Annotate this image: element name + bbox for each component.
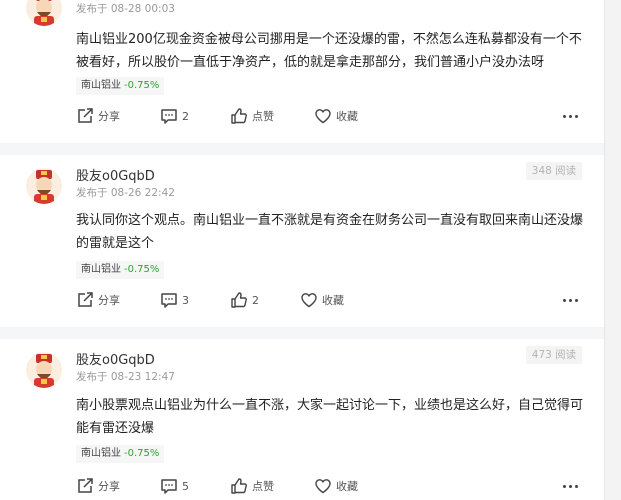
share-button[interactable]: 分享 xyxy=(76,290,120,310)
post-meta: 发布于 08-28 00:03 xyxy=(76,3,175,15)
like-button[interactable]: 点赞 xyxy=(230,106,274,126)
post-separator xyxy=(0,327,604,339)
like-button[interactable]: 点赞 xyxy=(230,476,274,496)
more-dots-icon xyxy=(563,298,566,302)
avatar[interactable] xyxy=(26,0,62,26)
post-meta: 发布于 08-26 22:42 xyxy=(76,187,175,199)
like-label: 点赞 xyxy=(252,110,274,123)
comment-icon xyxy=(161,479,177,494)
post-card: 发布于 08-28 00:03 南山铝业200亿现金资金被母公司挪用是一个还没爆… xyxy=(0,0,604,143)
share-button[interactable]: 分享 xyxy=(76,476,120,496)
favorite-label: 收藏 xyxy=(336,480,358,493)
comment-button[interactable]: 3 xyxy=(160,290,189,310)
share-label: 分享 xyxy=(98,294,120,307)
read-count: 473 阅读 xyxy=(526,346,582,364)
share-icon xyxy=(78,108,93,123)
more-dots-icon xyxy=(563,484,566,488)
favorite-button[interactable]: 收藏 xyxy=(314,476,358,496)
post-actions: 分享 3 2 收藏 xyxy=(76,290,588,310)
stock-change: -0.75% xyxy=(124,264,160,275)
favorite-button[interactable]: 收藏 xyxy=(314,106,358,126)
comment-feed: 发布于 08-28 00:03 南山铝业200亿现金资金被母公司挪用是一个还没爆… xyxy=(0,0,604,500)
thumbs-up-icon xyxy=(231,478,247,494)
like-count: 2 xyxy=(252,293,259,307)
post-card: 股友o0GqbD 发布于 08-23 12:47 473 阅读 南小股票观点山铝… xyxy=(0,339,604,500)
thumbs-up-icon xyxy=(231,108,247,124)
username[interactable]: 股友o0GqbD xyxy=(76,165,155,184)
favorite-label: 收藏 xyxy=(322,294,344,307)
stock-name: 南山铝业 xyxy=(81,264,121,275)
avatar[interactable] xyxy=(26,352,62,388)
comment-icon xyxy=(161,293,177,308)
heart-icon xyxy=(315,479,331,494)
comment-count: 2 xyxy=(182,109,189,123)
comment-icon xyxy=(161,109,177,124)
post-content[interactable]: 我认同你这个观点。南山铝业一直不涨就是有资金在财务公司一直没有取回来南山还没爆的… xyxy=(76,209,588,255)
read-count: 348 阅读 xyxy=(526,162,582,180)
stock-name: 南山铝业 xyxy=(81,448,121,459)
post-content[interactable]: 南小股票观点山铝业为什么一直不涨，大家一起讨论一下，业绩也是这么好，自己觉得可能… xyxy=(76,394,588,440)
stock-change: -0.75% xyxy=(124,448,160,459)
share-button[interactable]: 分享 xyxy=(76,106,120,126)
like-label: 点赞 xyxy=(252,480,274,493)
avatar[interactable] xyxy=(26,168,62,204)
post-actions: 分享 5 点赞 收藏 xyxy=(76,476,588,496)
more-button[interactable] xyxy=(563,476,578,496)
comment-button[interactable]: 5 xyxy=(160,476,189,496)
more-button[interactable] xyxy=(563,290,578,310)
share-label: 分享 xyxy=(98,480,120,493)
favorite-label: 收藏 xyxy=(336,110,358,123)
heart-icon xyxy=(315,109,331,124)
post-card: 股友o0GqbD 发布于 08-26 22:42 348 阅读 我认同你这个观点… xyxy=(0,155,604,327)
stock-tag[interactable]: 南山铝业 -0.75% xyxy=(76,445,165,463)
stock-tag[interactable]: 南山铝业 -0.75% xyxy=(76,77,165,95)
stock-tag[interactable]: 南山铝业 -0.75% xyxy=(76,261,165,279)
post-separator xyxy=(0,143,604,155)
share-icon xyxy=(78,478,93,493)
comment-count: 5 xyxy=(182,479,189,493)
favorite-button[interactable]: 收藏 xyxy=(300,290,344,310)
share-label: 分享 xyxy=(98,110,120,123)
username[interactable]: 股友o0GqbD xyxy=(76,349,155,368)
thumbs-up-icon xyxy=(231,292,247,308)
stock-change: -0.75% xyxy=(124,80,160,91)
post-actions: 分享 2 点赞 收藏 xyxy=(76,106,588,126)
like-button[interactable]: 2 xyxy=(230,290,259,310)
post-content[interactable]: 南山铝业200亿现金资金被母公司挪用是一个还没爆的雷，不然怎么连私募都没有一个不… xyxy=(76,28,588,74)
post-meta: 发布于 08-23 12:47 xyxy=(76,371,175,383)
stock-name: 南山铝业 xyxy=(81,80,121,91)
scrollbar[interactable] xyxy=(604,0,621,500)
more-button[interactable] xyxy=(563,106,578,126)
heart-icon xyxy=(301,293,317,308)
share-icon xyxy=(78,292,93,307)
more-dots-icon xyxy=(563,114,566,118)
comment-count: 3 xyxy=(182,293,189,307)
comment-button[interactable]: 2 xyxy=(160,106,189,126)
